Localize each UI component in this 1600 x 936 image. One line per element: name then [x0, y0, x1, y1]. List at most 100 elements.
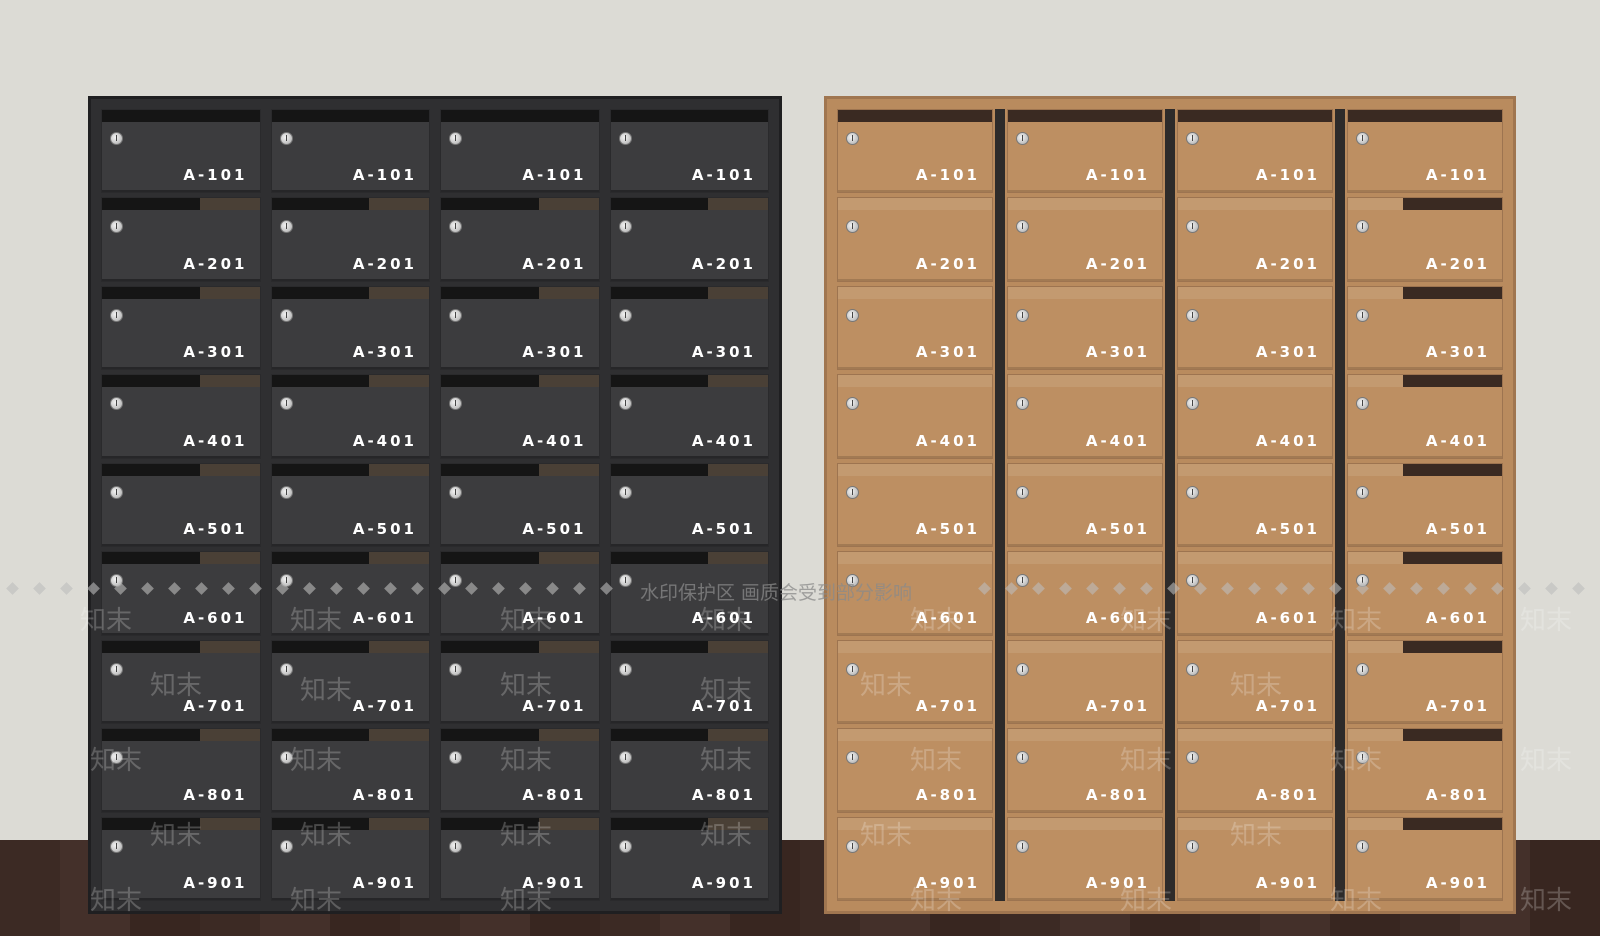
- lock-icon[interactable]: [110, 220, 123, 234]
- lock-icon[interactable]: [449, 397, 462, 411]
- lock-icon[interactable]: [279, 839, 293, 853]
- lock-icon[interactable]: [1186, 308, 1199, 322]
- lock-icon[interactable]: [449, 751, 462, 765]
- lock-icon[interactable]: [618, 662, 632, 676]
- lock-icon[interactable]: [1186, 662, 1199, 676]
- lock-icon[interactable]: [1016, 220, 1029, 234]
- mailbox-door[interactable]: A-401: [837, 374, 993, 459]
- lock-icon[interactable]: [1016, 485, 1029, 499]
- mailbox-door[interactable]: A-301: [837, 285, 993, 371]
- mailbox-door[interactable]: A-501: [609, 462, 769, 548]
- lock-icon[interactable]: [1356, 308, 1369, 322]
- lock-icon[interactable]: [1016, 839, 1029, 853]
- mailbox-door[interactable]: A-101: [1347, 109, 1503, 194]
- lock-icon[interactable]: [618, 220, 632, 234]
- lock-icon[interactable]: [279, 132, 293, 145]
- lock-icon[interactable]: [618, 485, 632, 499]
- mailbox-door[interactable]: A-401: [440, 374, 600, 459]
- mailbox-door[interactable]: A-401: [270, 374, 430, 459]
- mailbox-door[interactable]: A-201: [609, 197, 769, 282]
- lock-icon[interactable]: [449, 485, 462, 499]
- mailbox-door[interactable]: A-501: [1347, 462, 1503, 548]
- mailbox-door[interactable]: A-301: [1347, 285, 1503, 371]
- mailbox-door[interactable]: A-301: [270, 285, 430, 371]
- lock-icon[interactable]: [279, 220, 293, 234]
- lock-icon[interactable]: [1186, 751, 1199, 765]
- mailbox-door[interactable]: A-101: [101, 109, 261, 194]
- mailbox-door[interactable]: A-101: [837, 109, 993, 194]
- mailbox-door[interactable]: A-401: [1007, 374, 1163, 459]
- mailbox-door[interactable]: A-501: [101, 462, 261, 548]
- lock-icon[interactable]: [1016, 308, 1029, 322]
- mailbox-door[interactable]: A-101: [609, 109, 769, 194]
- lock-icon[interactable]: [449, 662, 462, 676]
- mailbox-door[interactable]: A-201: [1177, 197, 1333, 282]
- lock-icon[interactable]: [110, 839, 123, 853]
- lock-icon[interactable]: [846, 485, 859, 499]
- lock-icon[interactable]: [618, 397, 632, 411]
- lock-icon[interactable]: [1356, 220, 1369, 234]
- lock-icon[interactable]: [846, 397, 859, 411]
- mailbox-door[interactable]: A-201: [837, 197, 993, 282]
- lock-icon[interactable]: [618, 132, 632, 145]
- mailbox-door[interactable]: A-501: [440, 462, 600, 548]
- mailbox-door[interactable]: A-401: [609, 374, 769, 459]
- lock-icon[interactable]: [110, 308, 123, 322]
- mailbox-door[interactable]: A-501: [1177, 462, 1333, 548]
- mailbox-door[interactable]: A-701: [1347, 639, 1503, 725]
- lock-icon[interactable]: [846, 839, 859, 853]
- mailbox-door[interactable]: A-101: [1007, 109, 1163, 194]
- lock-icon[interactable]: [110, 662, 123, 676]
- lock-icon[interactable]: [1186, 397, 1199, 411]
- mailbox-door[interactable]: A-401: [101, 374, 261, 459]
- mailbox-door[interactable]: A-201: [270, 197, 430, 282]
- lock-icon[interactable]: [279, 485, 293, 499]
- mailbox-door[interactable]: A-801: [1177, 728, 1333, 813]
- lock-icon[interactable]: [618, 308, 632, 322]
- mailbox-door[interactable]: A-401: [1177, 374, 1333, 459]
- lock-icon[interactable]: [618, 839, 632, 853]
- lock-icon[interactable]: [1356, 132, 1369, 145]
- mailbox-door[interactable]: A-301: [609, 285, 769, 371]
- mailbox-door[interactable]: A-301: [1007, 285, 1163, 371]
- mailbox-door[interactable]: A-401: [1347, 374, 1503, 459]
- lock-icon[interactable]: [1356, 397, 1369, 411]
- mailbox-door[interactable]: A-301: [1177, 285, 1333, 371]
- lock-icon[interactable]: [449, 220, 462, 234]
- lock-icon[interactable]: [279, 308, 293, 322]
- lock-icon[interactable]: [846, 308, 859, 322]
- lock-icon[interactable]: [1016, 132, 1029, 145]
- mailbox-door[interactable]: A-301: [101, 285, 261, 371]
- lock-icon[interactable]: [279, 397, 293, 411]
- lock-icon[interactable]: [846, 220, 859, 234]
- lock-icon[interactable]: [1356, 485, 1369, 499]
- lock-icon[interactable]: [1356, 839, 1369, 853]
- lock-icon[interactable]: [846, 751, 859, 765]
- mailbox-door[interactable]: A-501: [270, 462, 430, 548]
- lock-icon[interactable]: [110, 132, 123, 145]
- mailbox-door[interactable]: A-301: [440, 285, 600, 371]
- mailbox-door[interactable]: A-701: [1007, 639, 1163, 725]
- mailbox-door[interactable]: A-101: [1177, 109, 1333, 194]
- lock-icon[interactable]: [1186, 485, 1199, 499]
- lock-icon[interactable]: [449, 132, 462, 145]
- lock-icon[interactable]: [1016, 751, 1029, 765]
- mailbox-door[interactable]: A-501: [1007, 462, 1163, 548]
- lock-icon[interactable]: [846, 662, 859, 676]
- lock-icon[interactable]: [1186, 839, 1199, 853]
- lock-icon[interactable]: [1016, 397, 1029, 411]
- lock-icon[interactable]: [1186, 132, 1199, 145]
- lock-icon[interactable]: [449, 308, 462, 322]
- lock-icon[interactable]: [1016, 662, 1029, 676]
- lock-icon[interactable]: [846, 132, 859, 145]
- lock-icon[interactable]: [1356, 662, 1369, 676]
- mailbox-door[interactable]: A-101: [270, 109, 430, 194]
- lock-icon[interactable]: [1186, 220, 1199, 234]
- mailbox-door[interactable]: A-201: [1007, 197, 1163, 282]
- mailbox-door[interactable]: A-101: [440, 109, 600, 194]
- lock-icon[interactable]: [449, 839, 462, 853]
- lock-icon[interactable]: [110, 485, 123, 499]
- lock-icon[interactable]: [618, 751, 632, 765]
- mailbox-door[interactable]: A-201: [440, 197, 600, 282]
- lock-icon[interactable]: [110, 397, 123, 411]
